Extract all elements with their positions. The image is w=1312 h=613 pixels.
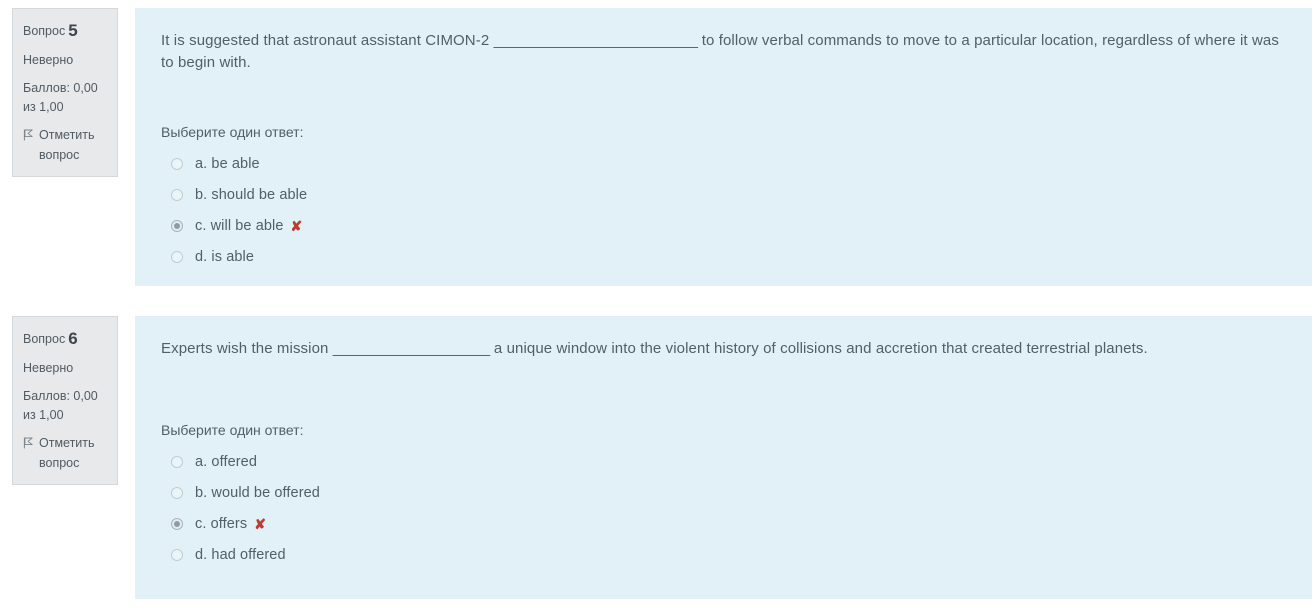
question-marks: Баллов: 0,00 из 1,00 (23, 80, 98, 115)
flag-question-label: Отметить вопрос (39, 436, 95, 470)
quiz-page: Вопрос 5 Неверно Баллов: 0,00 из 1,00 Отм… (0, 0, 1312, 613)
radio-button[interactable] (171, 548, 183, 561)
answer-option[interactable]: b. would be offered (161, 477, 1294, 508)
flag-icon (23, 437, 34, 449)
radio-button-selected[interactable] (171, 219, 183, 232)
radio-button[interactable] (171, 157, 183, 170)
question-text: It is suggested that astronaut assistant… (161, 30, 1294, 74)
answer-option[interactable]: d. is able (161, 241, 1294, 272)
incorrect-icon: ✘ (290, 217, 303, 234)
flag-question-button[interactable]: Отметить вопрос (23, 434, 107, 473)
incorrect-icon: ✘ (254, 515, 266, 532)
question-number-value: 5 (68, 21, 78, 40)
answer-option[interactable]: a. offered (161, 446, 1294, 477)
question-number-value: 6 (68, 329, 78, 348)
question-text-after-blank: a unique window into the violent history… (489, 340, 1148, 357)
answer-option-label: b. would be offered (195, 484, 320, 501)
answer-option-label: c. offers (195, 515, 248, 532)
question-text: Experts wish the mission _______________… (161, 338, 1294, 360)
question-content-panel: Experts wish the mission _______________… (135, 316, 1312, 599)
answer-option[interactable]: c. will be able ✘ (161, 210, 1294, 241)
radio-button[interactable] (171, 486, 183, 499)
question-number: Вопрос 6 (23, 326, 107, 352)
question-block: Вопрос 6 Неверно Баллов: 0,00 из 1,00 Отм… (0, 316, 1312, 599)
question-info-panel: Вопрос 5 Неверно Баллов: 0,00 из 1,00 Отм… (12, 8, 118, 178)
answer-options-list: a. be able b. should be able c. will be … (161, 148, 1294, 272)
radio-button[interactable] (171, 455, 183, 468)
question-marks: Баллов: 0,00 из 1,00 (23, 388, 98, 423)
answer-option[interactable]: d. had offered (161, 539, 1294, 570)
answer-option-label: a. be able (195, 155, 260, 172)
answer-option-label: d. is able (195, 248, 255, 265)
answer-option[interactable]: a. be able (161, 148, 1294, 179)
flag-question-label: Отметить вопрос (39, 128, 95, 162)
question-blank: __________________________ (493, 32, 698, 49)
radio-button[interactable] (171, 250, 183, 263)
question-state: Неверно (23, 53, 74, 68)
question-state: Неверно (23, 361, 74, 376)
answer-option-label: a. offered (195, 453, 258, 470)
question-block: Вопрос 5 Неверно Баллов: 0,00 из 1,00 Отм… (0, 8, 1312, 286)
flag-icon (23, 129, 34, 141)
question-blank: ____________________ (332, 340, 490, 357)
question-number: Вопрос 5 (23, 18, 107, 44)
radio-button-selected[interactable] (171, 517, 183, 530)
answer-option[interactable]: c. offers ✘ (161, 508, 1294, 539)
answer-option-label: c. will be able (195, 217, 284, 234)
question-number-label: Вопрос (23, 332, 66, 346)
question-info-panel: Вопрос 6 Неверно Баллов: 0,00 из 1,00 Отм… (12, 316, 118, 486)
answer-prompt: Выберите один ответ: (161, 124, 304, 141)
answer-option[interactable]: b. should be able (161, 179, 1294, 210)
question-text-before-blank: Experts wish the mission (161, 340, 333, 357)
question-content-panel: It is suggested that astronaut assistant… (135, 8, 1312, 286)
answer-option-label: b. should be able (195, 186, 308, 203)
radio-button[interactable] (171, 188, 183, 201)
answer-option-label: d. had offered (195, 546, 286, 563)
question-number-label: Вопрос (23, 24, 66, 38)
answer-options-list: a. offered b. would be offered c. offers… (161, 446, 1294, 570)
answer-prompt: Выберите один ответ: (161, 422, 304, 439)
flag-question-button[interactable]: Отметить вопрос (23, 126, 107, 165)
question-text-before-blank: It is suggested that astronaut assistant… (161, 32, 494, 49)
